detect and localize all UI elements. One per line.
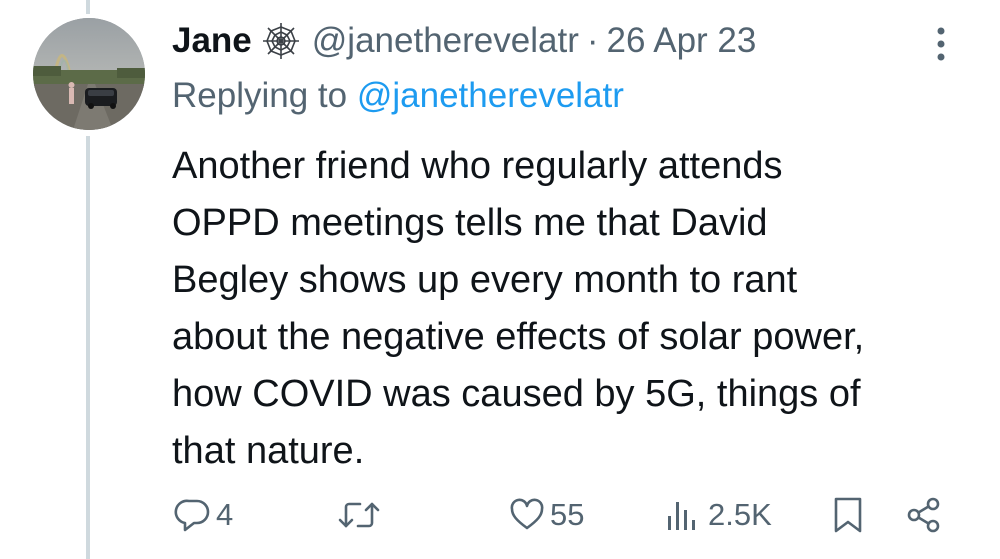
like-button[interactable]: 55: [508, 490, 584, 540]
tweet-text-line: how COVID was caused by 5G, things of: [172, 373, 861, 415]
share-icon: [904, 495, 944, 535]
bookmark-icon: [830, 495, 866, 535]
spider-web-icon: [260, 20, 302, 62]
tweet-text: Another friend who regularly attends OPP…: [172, 138, 972, 480]
tweet-text-line: Begley shows up every month to rant: [172, 259, 798, 301]
bookmark-button[interactable]: [830, 490, 866, 540]
more-vertical-icon[interactable]: [930, 24, 952, 64]
retweet-button[interactable]: [336, 490, 386, 540]
heart-icon: [508, 496, 546, 534]
replying-prefix: Replying to: [172, 76, 348, 115]
avatar[interactable]: [33, 18, 145, 130]
reply-button[interactable]: 4: [174, 490, 233, 540]
reply-count: 4: [216, 497, 234, 532]
author-name[interactable]: Jane: [172, 21, 252, 61]
tweet-header: Jane @janetherevelatr · 26 Apr 23: [172, 18, 756, 64]
view-count: 2.5K: [708, 497, 772, 532]
retweet-icon: [336, 496, 382, 534]
tweet-date[interactable]: 26 Apr 23: [607, 21, 757, 61]
tweet-text-line: about the negative effects of solar powe…: [172, 316, 865, 358]
like-count: 55: [550, 497, 585, 532]
separator-dot: ·: [586, 21, 599, 60]
replying-to: Replying to @janetherevelatr: [172, 76, 624, 116]
share-button[interactable]: [904, 490, 944, 540]
tweet-text-line: that nature.: [172, 430, 365, 472]
action-bar: 4 55 2.5K: [0, 490, 1000, 540]
tweet-text-line: OPPD meetings tells me that David: [172, 202, 768, 244]
replying-handle-link[interactable]: @janetherevelatr: [357, 76, 624, 115]
author-handle[interactable]: @janetherevelatr: [312, 21, 579, 61]
reply-icon: [174, 496, 212, 534]
thread-connector-top: [86, 0, 90, 14]
views-button[interactable]: 2.5K: [664, 490, 772, 540]
views-icon: [664, 496, 704, 534]
tweet-text-line: Another friend who regularly attends: [172, 145, 783, 187]
